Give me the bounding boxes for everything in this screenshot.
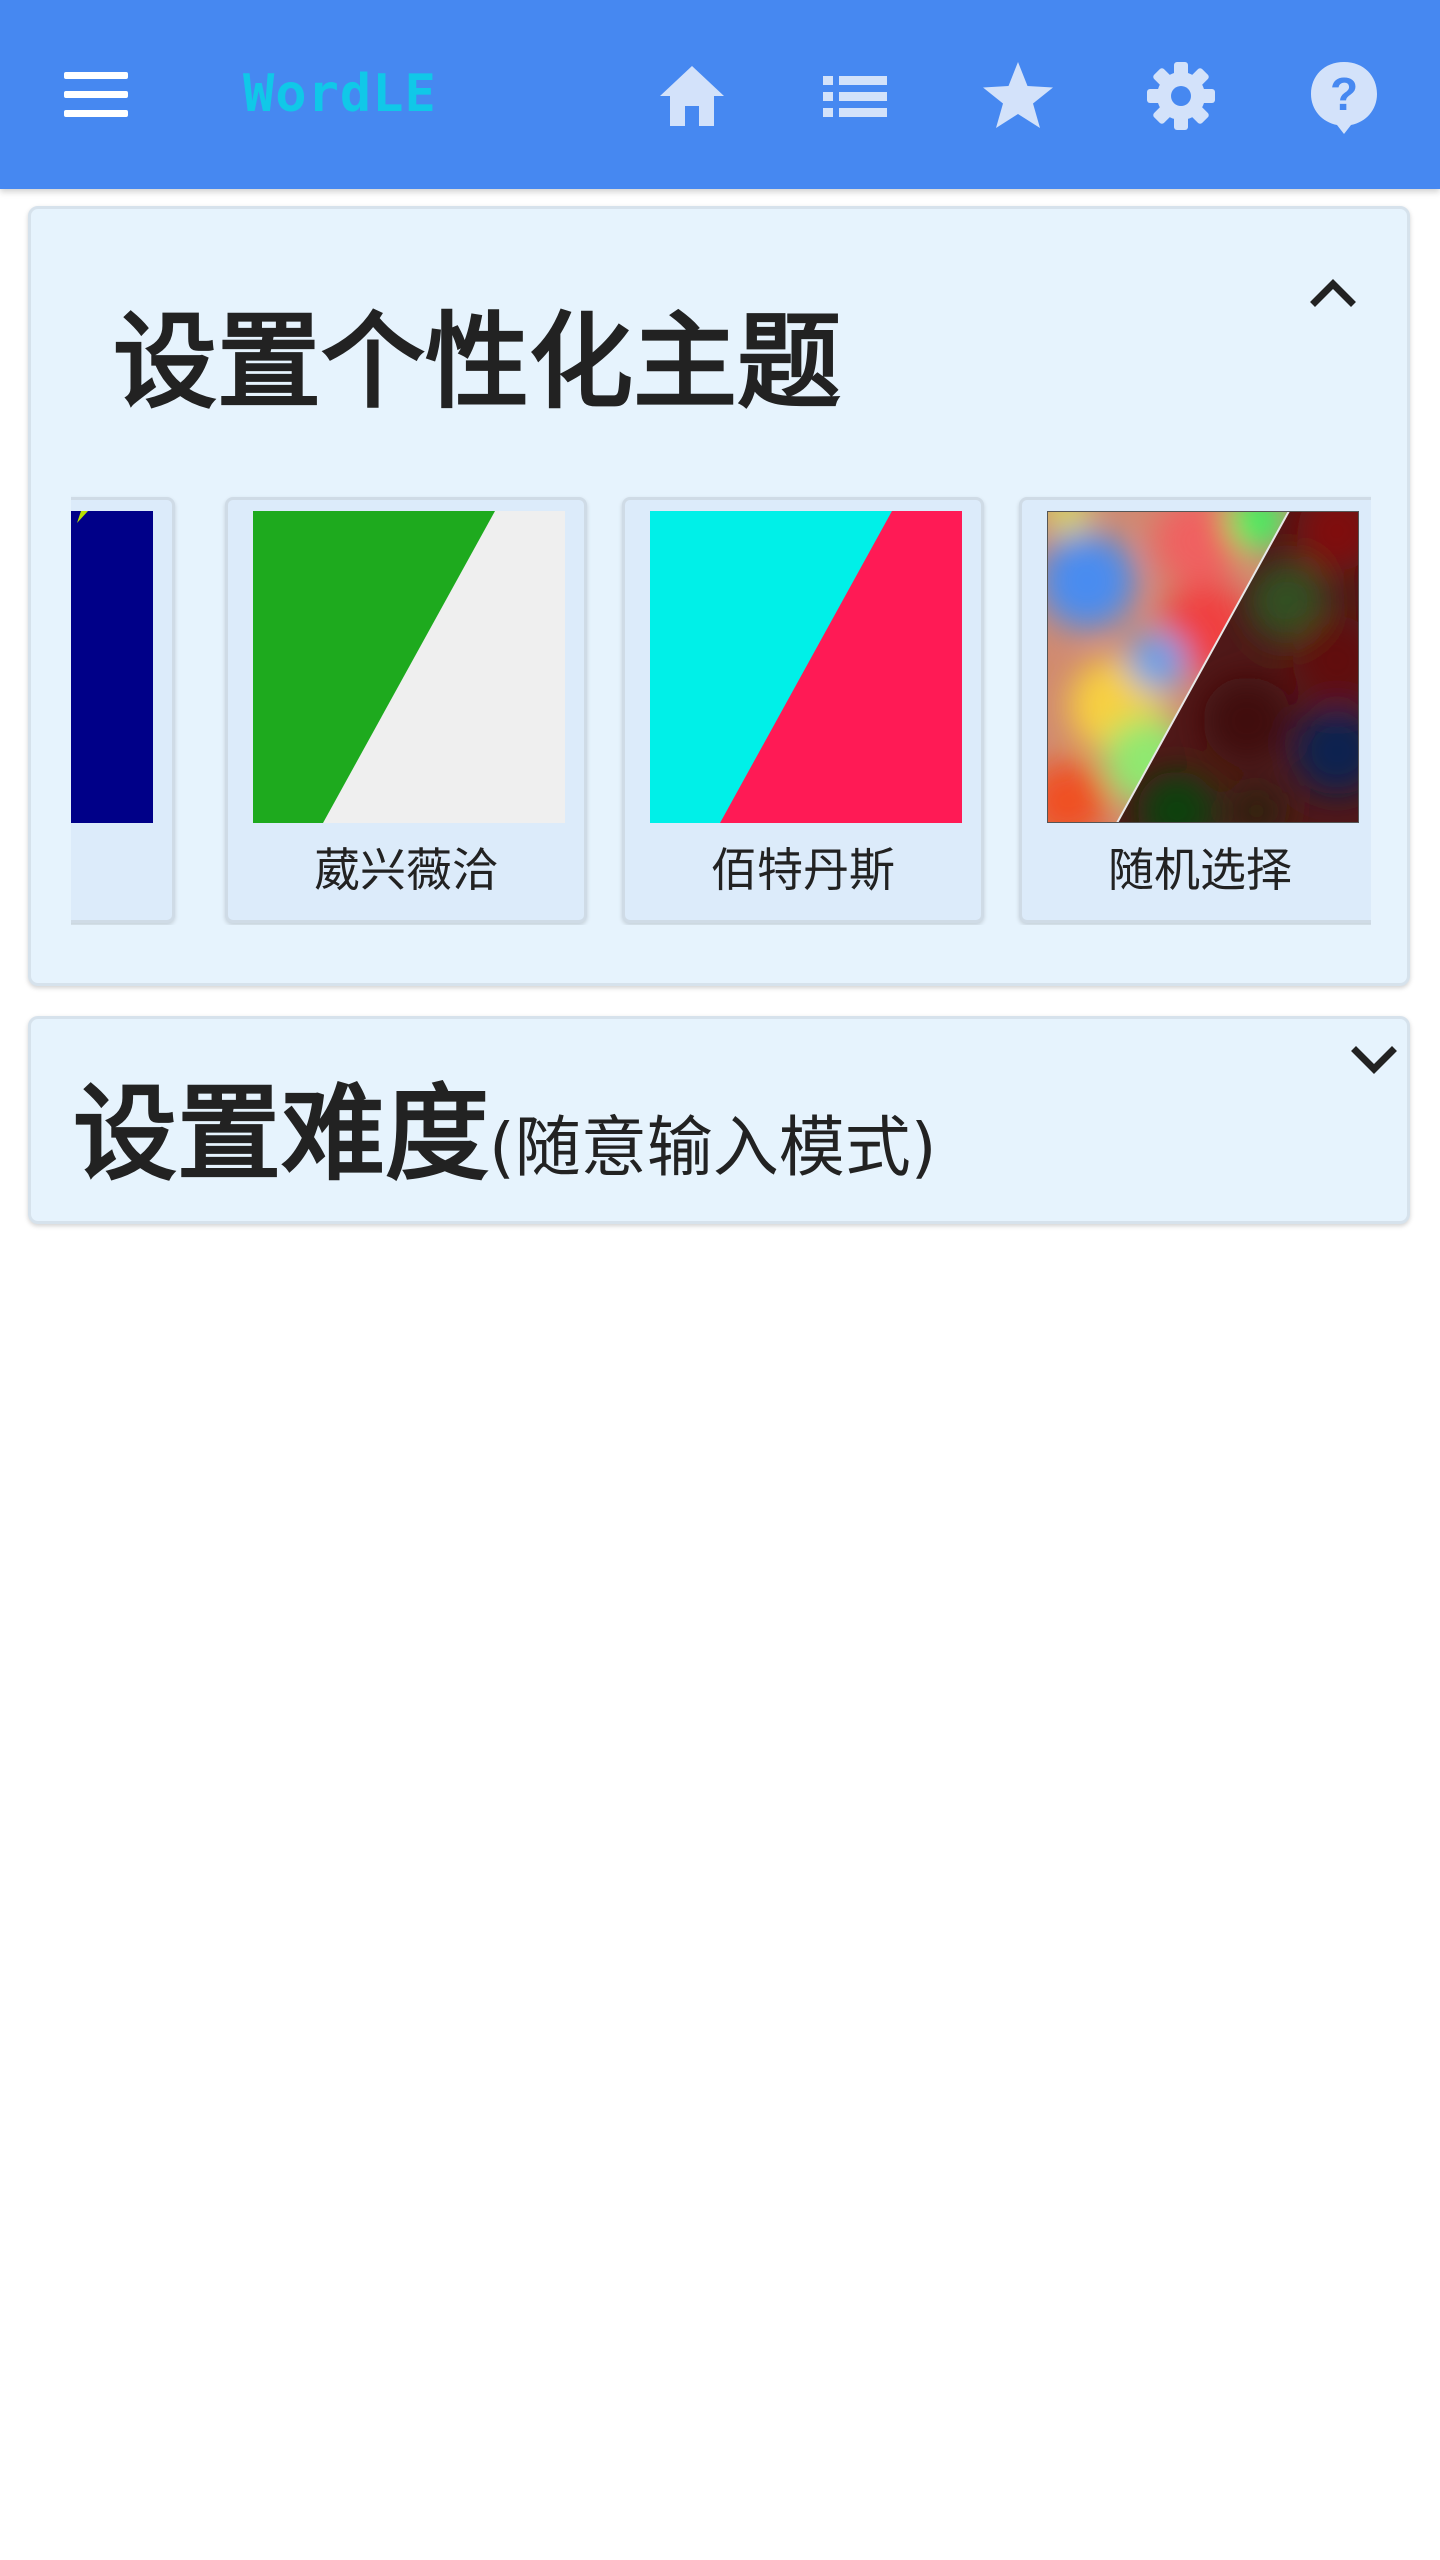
help-icon[interactable]: ? — [1304, 56, 1384, 136]
theme-swatch — [1047, 511, 1359, 823]
list-icon[interactable] — [815, 56, 895, 136]
svg-text:?: ? — [1330, 68, 1358, 120]
difficulty-title: 设置难度 — [73, 1073, 490, 1195]
star-icon[interactable] — [978, 56, 1058, 136]
home-icon[interactable] — [652, 56, 732, 136]
chevron-down-icon[interactable] — [1344, 1029, 1404, 1089]
top-app-bar: WordLE ? — [0, 0, 1440, 189]
theme-swatch — [253, 511, 565, 823]
difficulty-panel-title: 设置难度(随意输入模式) — [73, 1069, 937, 1221]
theme-swatch — [71, 511, 153, 823]
theme-panel: 设置个性化主题 紫 葳兴薇洽 — [28, 206, 1410, 986]
chevron-up-icon[interactable] — [1303, 264, 1363, 324]
app-title: WordLE — [243, 64, 437, 124]
gear-icon[interactable] — [1141, 56, 1221, 136]
menu-icon[interactable] — [60, 68, 132, 122]
difficulty-panel[interactable]: 设置难度(随意输入模式) — [28, 1016, 1410, 1224]
theme-carousel[interactable]: 紫 葳兴薇洽 佰特丹斯 — [71, 485, 1371, 925]
theme-card[interactable]: 紫 — [71, 497, 175, 923]
theme-card-random[interactable]: 随机选择 — [1019, 497, 1371, 923]
theme-label: 葳兴薇洽 — [314, 843, 498, 897]
theme-card-weixing[interactable]: 葳兴薇洽 — [225, 497, 587, 923]
theme-card-baitedansi[interactable]: 佰特丹斯 — [622, 497, 984, 923]
difficulty-subtitle: (随意输入模式) — [489, 1109, 937, 1186]
theme-swatch — [650, 511, 962, 823]
theme-panel-title: 设置个性化主题 — [113, 301, 842, 423]
theme-label: 随机选择 — [1108, 843, 1292, 897]
theme-label: 佰特丹斯 — [711, 843, 895, 897]
